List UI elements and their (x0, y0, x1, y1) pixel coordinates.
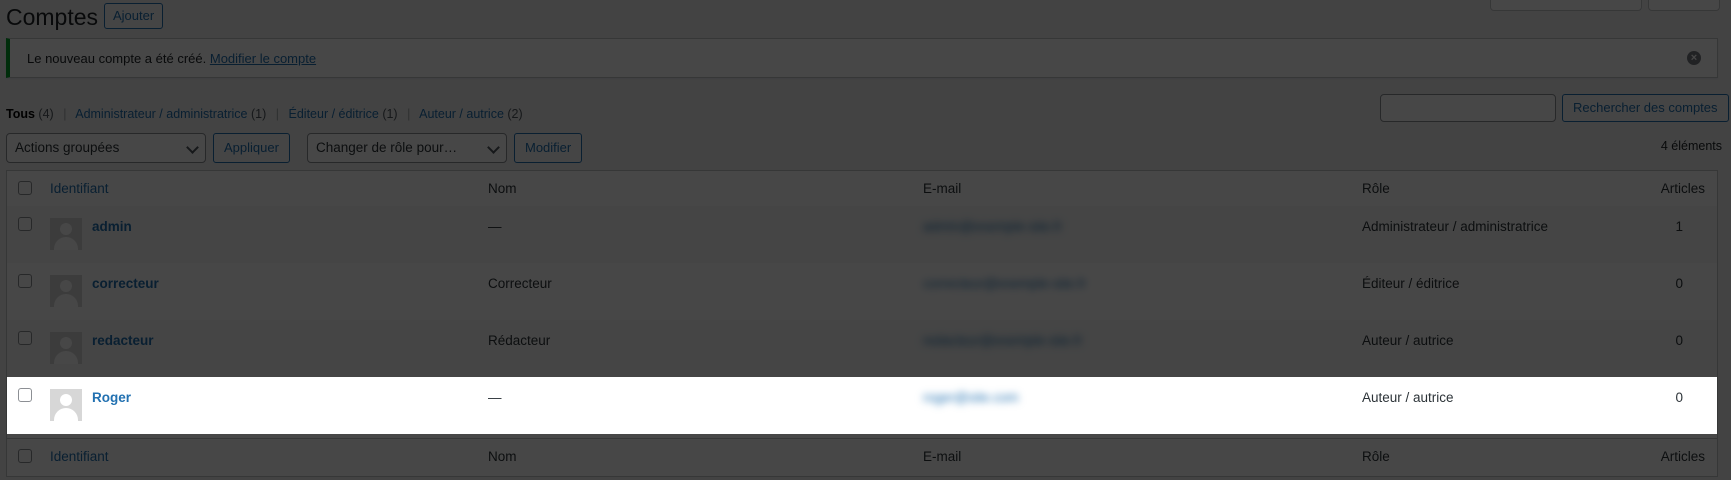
username-link[interactable]: redacteur (92, 333, 154, 348)
row-checkbox[interactable] (18, 274, 32, 288)
email-link[interactable]: admin@exemple-site.fr (923, 219, 1062, 234)
filter-administrator[interactable]: Administrateur / administratrice (75, 107, 247, 121)
username-link[interactable]: admin (92, 219, 132, 234)
avatar (50, 389, 82, 421)
users-page: Comptes Ajouter Le nouveau compte a été … (0, 0, 1731, 480)
column-role: Rôle (1362, 449, 1390, 464)
users-table: Identifiant Nom E-mail Rôle Articles adm… (6, 170, 1718, 477)
username-link[interactable]: correcteur (92, 276, 159, 291)
notice-edit-link[interactable]: Modifier le compte (210, 51, 316, 66)
email-link[interactable]: redacteur@exemple-site.fr (923, 333, 1082, 348)
avatar (50, 218, 82, 250)
bulk-actions-select[interactable]: Actions groupées (6, 133, 206, 163)
search-input[interactable] (1380, 94, 1556, 122)
select-all-checkbox[interactable] (18, 181, 32, 195)
posts-count[interactable]: 1 (1675, 219, 1683, 234)
chevron-down-icon (487, 141, 500, 154)
posts-count[interactable]: 0 (1675, 390, 1683, 405)
row-checkbox[interactable] (18, 388, 32, 402)
column-posts: Articles (1660, 181, 1705, 196)
select-all-checkbox[interactable] (18, 449, 32, 463)
avatar (50, 332, 82, 364)
role-cell: Administrateur / administratrice (1362, 219, 1549, 234)
change-role-select[interactable]: Changer de rôle pour… (307, 133, 507, 163)
column-username[interactable]: Identifiant (50, 181, 109, 196)
row-checkbox[interactable] (18, 217, 32, 231)
table-header: Identifiant Nom E-mail Rôle Articles (7, 171, 1717, 207)
posts-count[interactable]: 0 (1675, 333, 1683, 348)
dismiss-icon[interactable]: × (1687, 51, 1701, 65)
name-cell: — (488, 219, 502, 234)
filter-count: (2) (507, 107, 523, 121)
table-row-highlighted: Roger — roger@site.com Auteur / autrice … (7, 377, 1717, 434)
success-notice: Le nouveau compte a été créé. Modifier l… (6, 38, 1718, 78)
filter-count: (1) (251, 107, 267, 121)
table-row: admin — admin@exemple-site.fr Administra… (7, 206, 1717, 263)
filter-author[interactable]: Auteur / autrice (419, 107, 504, 121)
items-count: 4 éléments (1660, 139, 1722, 153)
name-cell: Rédacteur (488, 333, 551, 348)
dim-overlay-right (1717, 377, 1731, 434)
notice-message: Le nouveau compte a été créé. (27, 51, 207, 66)
role-filter-links: Tous (4) | Administrateur / administratr… (6, 107, 523, 121)
help-tab[interactable] (1648, 0, 1720, 11)
column-email: E-mail (923, 449, 962, 464)
add-user-button[interactable]: Ajouter (104, 3, 164, 29)
email-link[interactable]: correcteur@exemple-site.fr (923, 276, 1086, 291)
column-name: Nom (488, 181, 517, 196)
column-posts: Articles (1660, 449, 1705, 464)
search-users-button[interactable]: Rechercher des comptes (1562, 94, 1729, 122)
screen-options-tab[interactable] (1490, 0, 1642, 11)
table-row: redacteur Rédacteur redacteur@exemple-si… (7, 320, 1717, 377)
change-role-button[interactable]: Modifier (514, 133, 583, 163)
role-cell: Auteur / autrice (1362, 390, 1454, 405)
table-footer: Identifiant Nom E-mail Rôle Articles (7, 438, 1717, 474)
name-cell: Correcteur (488, 276, 552, 291)
filter-editor[interactable]: Éditeur / éditrice (289, 107, 379, 121)
row-checkbox[interactable] (18, 331, 32, 345)
name-cell: — (488, 390, 502, 405)
avatar (50, 275, 82, 307)
chevron-down-icon (186, 141, 199, 154)
table-row: correcteur Correcteur correcteur@exemple… (7, 263, 1717, 320)
apply-button[interactable]: Appliquer (213, 133, 290, 163)
column-role: Rôle (1362, 181, 1390, 196)
role-cell: Auteur / autrice (1362, 333, 1454, 348)
filter-count: (4) (38, 107, 54, 121)
page-title: Comptes (6, 4, 99, 30)
column-email: E-mail (923, 181, 962, 196)
email-link[interactable]: roger@site.com (923, 390, 1018, 405)
filter-count: (1) (382, 107, 398, 121)
filter-all[interactable]: Tous (6, 107, 35, 121)
column-name: Nom (488, 449, 517, 464)
column-username[interactable]: Identifiant (50, 449, 109, 464)
role-cell: Éditeur / éditrice (1362, 276, 1460, 291)
username-link[interactable]: Roger (92, 390, 131, 405)
posts-count[interactable]: 0 (1675, 276, 1683, 291)
